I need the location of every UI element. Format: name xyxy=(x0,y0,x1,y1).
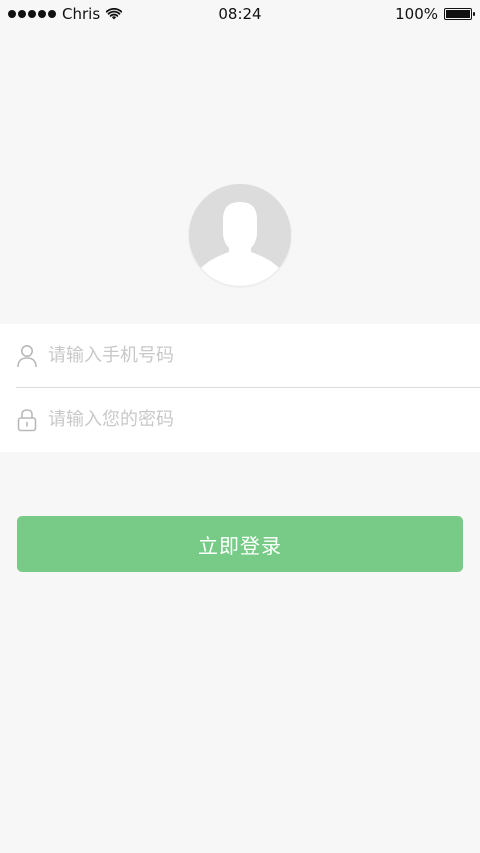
login-form xyxy=(0,324,480,452)
lock-icon xyxy=(16,408,38,432)
phone-row xyxy=(0,324,480,387)
password-row xyxy=(0,388,480,451)
status-bar: Chris 08:24 100% xyxy=(0,0,480,28)
wifi-icon xyxy=(106,8,123,20)
status-right: 100% xyxy=(395,5,475,23)
login-button[interactable]: 立即登录 xyxy=(17,516,463,572)
password-input[interactable] xyxy=(48,399,428,440)
user-avatar-icon xyxy=(189,184,291,286)
battery-percent: 100% xyxy=(395,5,438,23)
battery-icon xyxy=(444,8,475,20)
battery-fill xyxy=(446,10,470,18)
phone-input[interactable] xyxy=(48,335,428,376)
user-icon xyxy=(16,344,38,368)
signal-icon xyxy=(8,10,56,18)
carrier-name: Chris xyxy=(62,5,101,23)
status-left: Chris xyxy=(8,5,178,23)
